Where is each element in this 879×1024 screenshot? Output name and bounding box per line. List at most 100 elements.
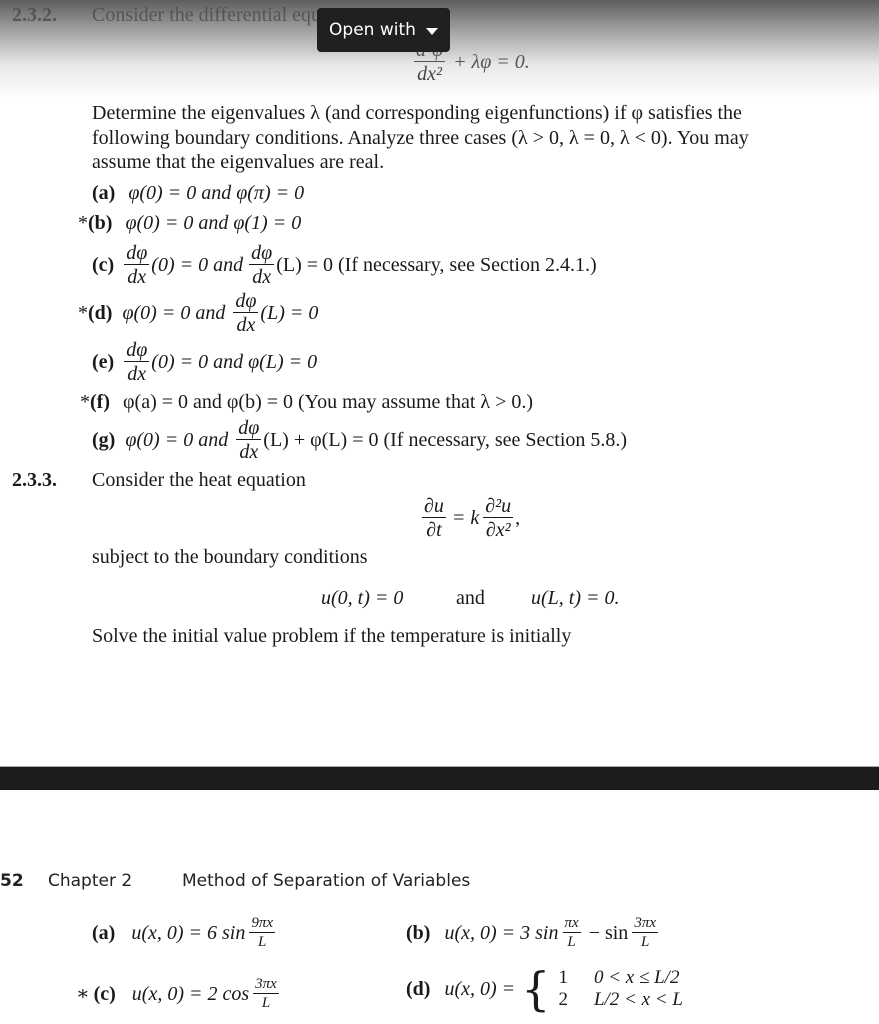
ic-lhs: u(x, 0) = 2 cos xyxy=(131,983,250,1005)
part-label: (d) xyxy=(406,978,431,1000)
ic-fraction: 3πx L xyxy=(632,916,658,950)
derivative-fraction: dφ dx xyxy=(249,242,275,288)
part-label: (g) xyxy=(92,429,116,451)
part-b: *(b) φ(0) = 0 and φ(1) = 0 xyxy=(78,211,301,235)
initial-condition-a: (a) u(x, 0) = 6 sin 9πx L xyxy=(92,916,277,950)
derivative-fraction: dφ dx xyxy=(233,290,259,336)
fraction-denominator: L xyxy=(640,934,650,950)
heat-equation: ∂u ∂t = k ∂²u ∂x² , xyxy=(420,496,520,540)
part-g: (g) φ(0) = 0 and dφ dx (L) + φ(L) = 0 (I… xyxy=(92,418,627,462)
paragraph-line-2: following boundary conditions. Analyze t… xyxy=(92,127,749,149)
part-text-pre: φ(0) = 0 and xyxy=(122,302,226,324)
page-number: 52 xyxy=(0,871,24,891)
left-brace: { xyxy=(521,962,551,1016)
comma: , xyxy=(515,507,521,529)
starred-marker: * xyxy=(78,212,88,234)
open-with-label: Open with xyxy=(329,20,416,40)
part-text-post: (L) + φ(L) = 0 (If necessary, see Sectio… xyxy=(263,429,628,451)
bc-left: u(0, t) = 0 xyxy=(321,587,404,609)
case-condition: 0 < x ≤ L/2 xyxy=(593,967,680,988)
initial-condition-d: (d) u(x, 0) = { 1 0 < x ≤ L/2 2 L/2 < x … xyxy=(406,966,683,1012)
fraction-denominator: dx² xyxy=(417,63,442,85)
fraction-numerator: dφ xyxy=(249,242,275,265)
fraction-numerator: 9πx xyxy=(249,915,276,933)
part-text-pre: (0) = 0 and xyxy=(151,254,244,276)
part-a: (a) φ(0) = 0 and φ(π) = 0 xyxy=(92,181,304,205)
part-label: (d) xyxy=(88,302,113,324)
fraction-numerator: 3πx xyxy=(253,976,279,994)
document-page: 2.3.2. Consider the differential equatio… xyxy=(0,0,879,1024)
page-separator xyxy=(0,766,879,790)
derivative-fraction: dφ dx xyxy=(236,417,262,463)
fraction-denominator: dx xyxy=(127,363,147,385)
problem-number-2-3-2: 2.3.2. xyxy=(12,4,57,26)
ic-mid: − sin xyxy=(588,922,629,944)
initial-condition-b: (b) u(x, 0) = 3 sin πx L − sin 3πx L xyxy=(406,916,660,950)
time-derivative: ∂u ∂t xyxy=(422,496,446,540)
fraction-numerator: ∂u xyxy=(422,495,446,518)
problem-number-2-3-3: 2.3.3. xyxy=(12,469,57,491)
fraction-denominator: L xyxy=(261,995,271,1011)
starred-marker: ∗ xyxy=(76,983,90,1005)
fraction-denominator: ∂x² xyxy=(485,519,511,541)
ic-lhs: u(x, 0) = xyxy=(444,978,516,1000)
part-label: (c) xyxy=(93,983,116,1005)
bc-right: u(L, t) = 0. xyxy=(531,587,620,609)
bc-intro: subject to the boundary conditions xyxy=(92,546,368,568)
fraction-denominator: dx xyxy=(127,266,147,288)
starred-marker: * xyxy=(78,302,88,324)
fraction-numerator: dφ xyxy=(124,242,150,265)
solve-text: Solve the initial value problem if the t… xyxy=(92,625,572,647)
part-label: (c) xyxy=(92,254,115,276)
second-space-derivative: ∂²u ∂x² xyxy=(483,495,514,541)
fraction-numerator: 3πx xyxy=(632,915,658,933)
fraction-denominator: dx xyxy=(236,314,256,336)
part-text: φ(a) = 0 and φ(b) = 0 (You may assume th… xyxy=(122,391,534,413)
fraction-denominator: dx xyxy=(239,441,259,463)
fraction-numerator: πx xyxy=(562,915,581,933)
part-text: φ(0) = 0 and φ(1) = 0 xyxy=(125,212,302,234)
part-text-post: (L) = 0 xyxy=(260,302,319,324)
derivative-fraction: dφ dx xyxy=(124,339,150,385)
fraction-numerator: dφ xyxy=(236,417,262,440)
ic-fraction: 3πx L xyxy=(253,977,279,1011)
fraction-denominator: L xyxy=(567,934,576,950)
part-text-pre: φ(0) = 0 and xyxy=(125,429,229,451)
part-text-post: (0) = 0 and φ(L) = 0 xyxy=(151,351,318,373)
paragraph-line-1: Determine the eigenvalues λ (and corresp… xyxy=(92,102,742,124)
fraction-denominator: dx xyxy=(252,266,272,288)
part-c: (c) dφ dx (0) = 0 and dφ dx (L) = 0 (If … xyxy=(92,243,597,287)
piecewise-cases: 1 0 < x ≤ L/2 2 L/2 < x < L xyxy=(558,967,683,1011)
part-label: (a) xyxy=(92,182,116,204)
ic-lhs: u(x, 0) = 3 sin xyxy=(444,922,559,944)
equals-k: = k xyxy=(451,507,480,529)
ic-fraction: πx L xyxy=(562,915,581,950)
part-f: *(f) φ(a) = 0 and φ(b) = 0 (You may assu… xyxy=(80,390,533,414)
chapter-title: Method of Separation of Variables xyxy=(182,871,471,891)
part-label: (b) xyxy=(406,922,431,944)
part-label: (a) xyxy=(92,922,116,944)
bc-and: and xyxy=(456,587,485,609)
case-condition: L/2 < x < L xyxy=(593,989,683,1010)
caret-down-icon xyxy=(425,27,438,35)
part-e: (e) dφ dx (0) = 0 and φ(L) = 0 xyxy=(92,340,317,384)
part-label: (e) xyxy=(92,351,115,373)
case-value: 2 xyxy=(558,989,568,1010)
part-d: * (d) φ(0) = 0 and dφ dx (L) = 0 xyxy=(78,291,318,335)
part-text-post: (L) = 0 (If necessary, see Section 2.4.1… xyxy=(276,254,597,276)
ic-lhs: u(x, 0) = 6 sin xyxy=(131,922,246,944)
equation-rest: + λφ = 0. xyxy=(453,51,530,73)
paragraph-line-3: assume that the eigenvalues are real. xyxy=(92,151,385,173)
fraction-denominator: L xyxy=(258,934,267,950)
fraction-numerator: dφ xyxy=(233,290,259,313)
fraction-numerator: ∂²u xyxy=(483,495,514,518)
ic-fraction: 9πx L xyxy=(249,915,276,950)
part-label: (b) xyxy=(88,212,113,234)
fraction-numerator: dφ xyxy=(124,339,150,362)
starred-marker: * xyxy=(80,391,90,413)
derivative-fraction: dφ dx xyxy=(124,242,150,288)
problem-intro: Consider the heat equation xyxy=(92,469,306,491)
part-text: φ(0) = 0 and φ(π) = 0 xyxy=(128,182,305,204)
fraction-denominator: ∂t xyxy=(426,519,442,541)
open-with-button[interactable]: Open with xyxy=(317,8,450,52)
